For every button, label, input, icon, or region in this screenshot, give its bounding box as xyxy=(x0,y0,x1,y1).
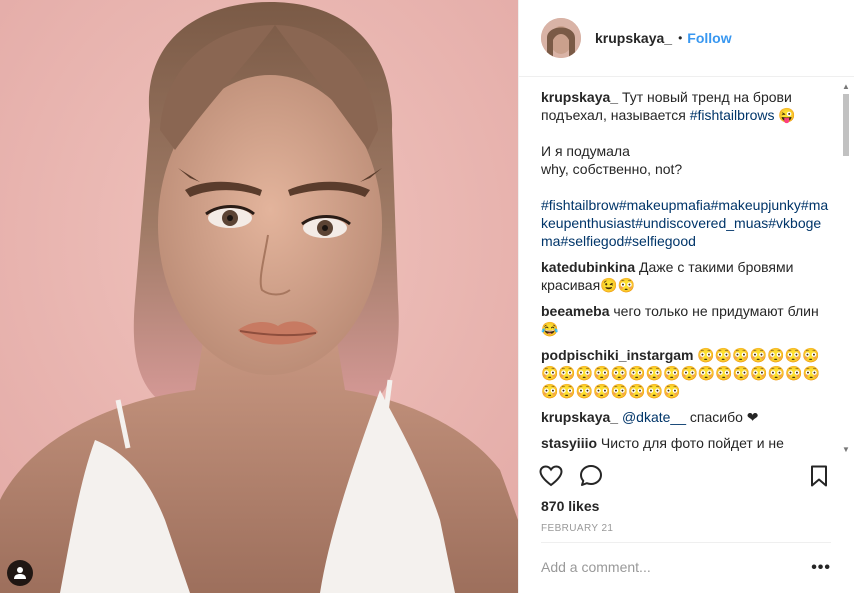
post-photo[interactable] xyxy=(0,0,518,593)
avatar-image xyxy=(541,18,581,58)
scroll-up-icon[interactable]: ▲ xyxy=(842,82,850,91)
comment-mention[interactable]: @dkate__ xyxy=(622,409,686,425)
comment-item: beeameba чего только не придумают блин 😂 xyxy=(541,302,831,338)
avatar[interactable] xyxy=(541,18,581,58)
comment-item: podpischiki_instargam 😳😳😳😳😳😳😳😳😳😳😳😳😳😳😳😳😳😳… xyxy=(541,346,831,400)
separator-dot: • xyxy=(678,31,683,45)
tagged-users-button[interactable] xyxy=(7,560,33,586)
header-username[interactable]: krupskaya_ xyxy=(595,30,672,46)
post-photo-illustration xyxy=(0,0,518,593)
comments-scrollbar[interactable]: ▲ ▼ xyxy=(841,82,851,454)
comment-username[interactable]: stasyiiio xyxy=(541,435,597,451)
comment-username[interactable]: podpischiki_instargam xyxy=(541,347,693,363)
follow-button[interactable]: Follow xyxy=(687,30,731,46)
likes-count[interactable]: 870 likes xyxy=(541,498,599,514)
comment-input[interactable] xyxy=(541,559,791,575)
post-actions xyxy=(519,456,854,496)
post-date[interactable]: FEBRUARY 21 xyxy=(541,523,613,534)
comment-item: katedubinkina Даже с такими бровями крас… xyxy=(541,258,831,294)
comment-item: krupskaya_ @dkate__ спасибо ❤ xyxy=(541,408,831,426)
bookmark-icon xyxy=(811,465,827,487)
caption-username[interactable]: krupskaya_ xyxy=(541,89,618,105)
scrollbar-thumb[interactable] xyxy=(843,94,849,156)
post-detail-panel: krupskaya_ • Follow krupskaya_ Тут новый… xyxy=(518,0,854,593)
caption: krupskaya_ Тут новый тренд на брови подъ… xyxy=(541,88,831,250)
heart-icon xyxy=(539,465,563,487)
post-header: krupskaya_ • Follow xyxy=(519,0,854,77)
comment-text: спасибо ❤ xyxy=(686,409,759,425)
comments-list: krupskaya_ Тут новый тренд на брови подъ… xyxy=(541,88,831,456)
comment-username[interactable]: krupskaya_ xyxy=(541,409,618,425)
like-button[interactable] xyxy=(537,462,565,490)
comment-button[interactable] xyxy=(577,462,605,490)
caption-emoji: 😜 xyxy=(778,107,796,123)
comment-item: stasyiiio Чисто для фото пойдет и не xyxy=(541,434,831,452)
comment-bubble-icon xyxy=(580,465,602,486)
more-options-button[interactable]: ••• xyxy=(811,559,831,577)
save-button[interactable] xyxy=(805,462,833,490)
scroll-down-icon[interactable]: ▼ xyxy=(842,445,850,454)
caption-hashtag[interactable]: #fishtailbrows xyxy=(690,107,775,123)
comment-username[interactable]: katedubinkina xyxy=(541,259,635,275)
add-comment-section: ••• xyxy=(541,542,831,594)
caption-hashtags[interactable]: #fishtailbrow#makeupmafia#makeupjunky#ma… xyxy=(541,196,831,250)
caption-text-2: И я подумала why, собственно, not? xyxy=(541,143,683,177)
user-icon xyxy=(14,567,26,579)
comment-text: Чисто для фото пойдет и не xyxy=(600,435,784,451)
comment-username[interactable]: beeameba xyxy=(541,303,609,319)
